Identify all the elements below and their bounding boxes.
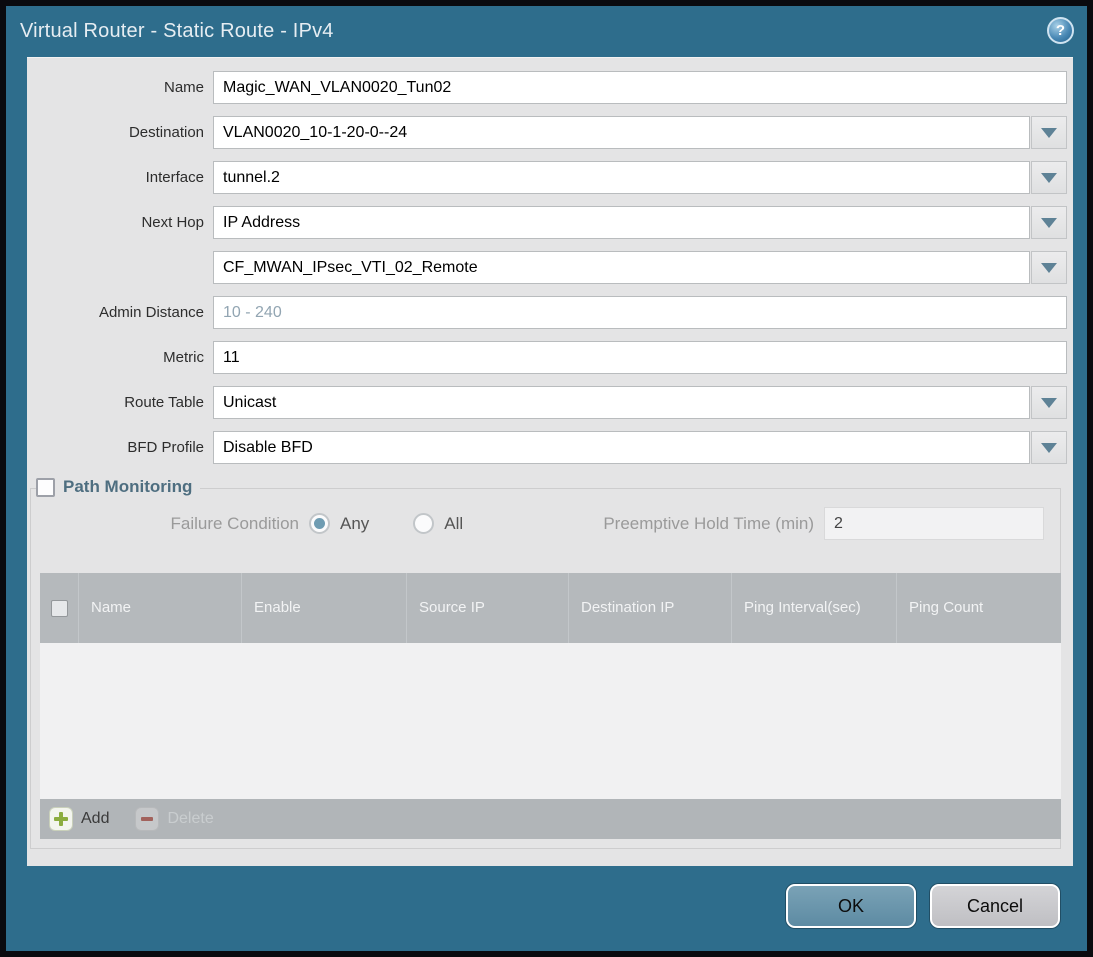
table-body-empty bbox=[40, 643, 1061, 799]
form-row-route-table: Route Table bbox=[27, 386, 1073, 419]
failure-condition-row: Failure Condition Any All Preemptive Hol… bbox=[31, 507, 1060, 540]
table-header-ping-interval: Ping Interval(sec) bbox=[732, 573, 897, 643]
form-row-name: Name bbox=[27, 71, 1073, 104]
table-header-source-ip: Source IP bbox=[407, 573, 569, 643]
static-route-form: Name Destination Interface bbox=[27, 71, 1073, 476]
metric-label: Metric bbox=[35, 349, 213, 366]
minus-icon bbox=[135, 807, 159, 831]
help-icon[interactable]: ? bbox=[1047, 17, 1074, 44]
form-row-metric: Metric bbox=[27, 341, 1073, 374]
chevron-down-icon bbox=[1041, 173, 1057, 183]
add-button[interactable]: Add bbox=[49, 807, 109, 831]
path-monitoring-group: Path Monitoring Failure Condition Any Al… bbox=[30, 488, 1061, 849]
interface-input[interactable] bbox=[213, 161, 1030, 194]
failure-condition-any-radio[interactable] bbox=[309, 513, 330, 534]
path-monitoring-checkbox[interactable] bbox=[36, 478, 55, 497]
add-button-label: Add bbox=[81, 810, 109, 828]
next-hop-label: Next Hop bbox=[35, 214, 213, 231]
failure-condition-any-label: Any bbox=[340, 514, 369, 534]
path-monitoring-table: Name Enable Source IP Destination IP Pin… bbox=[40, 573, 1061, 839]
name-label: Name bbox=[35, 79, 213, 96]
table-header-name: Name bbox=[79, 573, 242, 643]
dialog-title: Virtual Router - Static Route - IPv4 bbox=[20, 6, 334, 57]
next-hop-address-dropdown-button[interactable] bbox=[1031, 251, 1067, 284]
failure-condition-all-radio[interactable] bbox=[413, 513, 434, 534]
next-hop-type-dropdown-button[interactable] bbox=[1031, 206, 1067, 239]
form-row-next-hop: Next Hop bbox=[27, 206, 1073, 239]
select-all-checkbox[interactable] bbox=[51, 600, 68, 617]
bfd-profile-dropdown-button[interactable] bbox=[1031, 431, 1067, 464]
ok-button[interactable]: OK bbox=[786, 884, 916, 928]
table-action-bar: Add Delete bbox=[40, 799, 1061, 839]
admin-distance-input[interactable] bbox=[213, 296, 1067, 329]
destination-label: Destination bbox=[35, 124, 213, 141]
destination-input[interactable] bbox=[213, 116, 1030, 149]
path-monitoring-title: Path Monitoring bbox=[63, 477, 192, 497]
preemptive-hold-time-label: Preemptive Hold Time (min) bbox=[603, 514, 814, 534]
table-header-destination-ip: Destination IP bbox=[569, 573, 732, 643]
form-row-next-hop-address bbox=[27, 251, 1073, 284]
table-header-select-all bbox=[40, 573, 79, 643]
delete-button[interactable]: Delete bbox=[135, 807, 213, 831]
next-hop-address-input[interactable] bbox=[213, 251, 1030, 284]
cancel-button[interactable]: Cancel bbox=[930, 884, 1060, 928]
form-row-admin-distance: Admin Distance bbox=[27, 296, 1073, 329]
interface-dropdown-button[interactable] bbox=[1031, 161, 1067, 194]
static-route-dialog: Virtual Router - Static Route - IPv4 ? N… bbox=[0, 0, 1093, 957]
form-row-bfd-profile: BFD Profile bbox=[27, 431, 1073, 464]
failure-condition-label: Failure Condition bbox=[31, 514, 309, 534]
chevron-down-icon bbox=[1041, 128, 1057, 138]
chevron-down-icon bbox=[1041, 443, 1057, 453]
route-table-input[interactable] bbox=[213, 386, 1030, 419]
metric-input[interactable] bbox=[213, 341, 1067, 374]
destination-dropdown-button[interactable] bbox=[1031, 116, 1067, 149]
route-table-dropdown-button[interactable] bbox=[1031, 386, 1067, 419]
chevron-down-icon bbox=[1041, 218, 1057, 228]
bfd-profile-label: BFD Profile bbox=[35, 439, 213, 456]
preemptive-hold-time-field: Preemptive Hold Time (min) bbox=[603, 507, 1044, 540]
failure-condition-all-label: All bbox=[444, 514, 463, 534]
route-table-label: Route Table bbox=[35, 394, 213, 411]
form-row-interface: Interface bbox=[27, 161, 1073, 194]
table-header-row: Name Enable Source IP Destination IP Pin… bbox=[40, 573, 1061, 643]
preemptive-hold-time-input[interactable] bbox=[824, 507, 1044, 540]
plus-icon bbox=[49, 807, 73, 831]
name-input[interactable] bbox=[213, 71, 1067, 104]
table-header-enable: Enable bbox=[242, 573, 407, 643]
dialog-body: Name Destination Interface bbox=[27, 57, 1073, 866]
interface-label: Interface bbox=[35, 169, 213, 186]
chevron-down-icon bbox=[1041, 398, 1057, 408]
next-hop-type-input[interactable] bbox=[213, 206, 1030, 239]
admin-distance-label: Admin Distance bbox=[35, 304, 213, 321]
chevron-down-icon bbox=[1041, 263, 1057, 273]
form-row-destination: Destination bbox=[27, 116, 1073, 149]
bfd-profile-input[interactable] bbox=[213, 431, 1030, 464]
path-monitoring-header: Path Monitoring bbox=[36, 477, 200, 497]
delete-button-label: Delete bbox=[167, 810, 213, 828]
table-header-ping-count: Ping Count bbox=[897, 573, 1061, 643]
